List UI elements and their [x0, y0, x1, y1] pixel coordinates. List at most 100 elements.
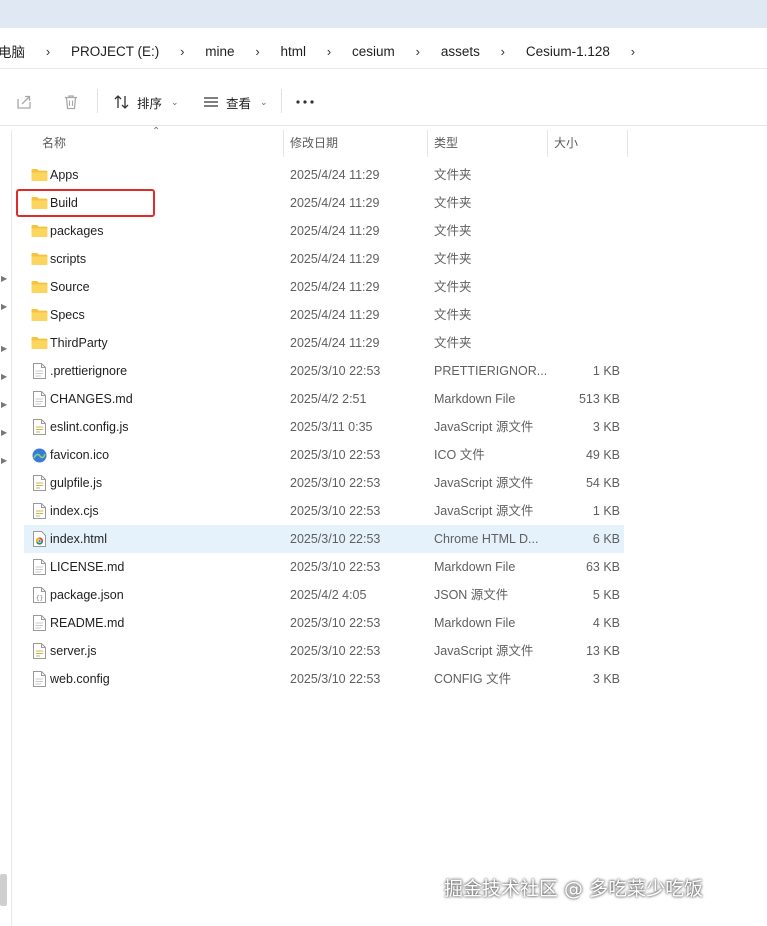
expand-arrow-icon[interactable]: ▶ — [1, 344, 7, 353]
file-type: ICO 文件 — [434, 448, 485, 462]
ico-file-icon — [30, 441, 48, 469]
file-icon — [30, 665, 48, 693]
scrollbar-thumb[interactable] — [0, 874, 7, 906]
column-header-type[interactable]: 类型 — [428, 130, 548, 157]
chevron-right-icon[interactable]: › — [484, 44, 522, 59]
chevron-right-icon[interactable]: › — [399, 44, 437, 59]
chrome-file-icon — [30, 525, 48, 553]
file-date: 2025/3/10 22:53 — [290, 560, 381, 574]
js-file-icon — [30, 413, 48, 441]
file-type: Markdown File — [434, 392, 516, 406]
share-icon[interactable] — [12, 90, 36, 114]
file-date: 2025/3/10 22:53 — [290, 476, 381, 490]
navigation-pane[interactable]: ▶ ▶ ▶ ▶ ▶ ▶ ▶ — [0, 130, 12, 926]
file-row[interactable]: gulpfile.js 2025/3/10 22:53 JavaScript 源文件… — [24, 469, 624, 497]
chevron-right-icon[interactable]: › — [29, 44, 67, 59]
breadcrumb-item-html[interactable]: html — [277, 44, 311, 59]
file-date: 2025/4/24 11:29 — [290, 280, 380, 294]
file-row[interactable]: index.cjs 2025/3/10 22:53 JavaScript 源文件 1 … — [24, 497, 624, 525]
column-header: ⌃ 名称 修改日期 类型 大小 — [24, 126, 628, 157]
breadcrumb-item-cesium-version[interactable]: Cesium-1.128 — [522, 44, 614, 59]
address-bar[interactable]: 电脑 › PROJECT (E:) › mine › html › cesium… — [0, 33, 767, 69]
file-row[interactable]: Apps 2025/4/24 11:29 文件夹 — [24, 161, 624, 189]
file-name: Source — [50, 280, 90, 294]
file-size: 3 KB — [592, 672, 620, 686]
file-row[interactable]: server.js 2025/3/10 22:53 JavaScript 源文件 13… — [24, 637, 624, 665]
file-size: 6 KB — [592, 532, 620, 546]
breadcrumb-item-mine[interactable]: mine — [201, 44, 238, 59]
trash-icon[interactable] — [59, 90, 83, 114]
expand-arrow-icon[interactable]: ▶ — [1, 372, 7, 381]
file-size — [554, 301, 620, 329]
file-row[interactable]: .prettierignore 2025/3/10 22:53 PRETTIERIG… — [24, 357, 624, 385]
file-row[interactable]: web.config 2025/3/10 22:53 CONFIG 文件 3 KB — [24, 665, 624, 693]
expand-arrow-icon[interactable]: ▶ — [1, 428, 7, 437]
file-date: 2025/4/24 11:29 — [290, 336, 380, 350]
watermark: 掘金技术社区 @ 多吃菜少吃饭 — [444, 878, 704, 900]
file-row[interactable]: favicon.ico 2025/3/10 22:53 ICO 文件 49 KB — [24, 441, 624, 469]
file-size — [554, 217, 620, 245]
expand-arrow-icon[interactable]: ▶ — [1, 456, 7, 465]
highlight-box — [16, 189, 155, 217]
file-row[interactable]: Source 2025/4/24 11:29 文件夹 — [24, 273, 624, 301]
file-type: Chrome HTML D... — [434, 532, 539, 546]
view-label: 查看 — [226, 96, 252, 111]
file-row[interactable]: {} package.json 2025/4/2 4:05 JSON 源文件 5 KB — [24, 581, 624, 609]
file-date: 2025/4/2 2:51 — [290, 392, 367, 406]
file-name: LICENSE.md — [50, 560, 125, 574]
file-date: 2025/3/10 22:53 — [290, 364, 381, 378]
file-date: 2025/3/10 22:53 — [290, 532, 381, 546]
sort-button[interactable]: 排序 ⌄ — [113, 78, 179, 126]
file-row[interactable]: packages 2025/4/24 11:29 文件夹 — [24, 217, 624, 245]
js-file-icon — [30, 497, 48, 525]
file-row[interactable]: LICENSE.md 2025/3/10 22:53 Markdown File 63… — [24, 553, 624, 581]
file-date: 2025/4/24 11:29 — [290, 168, 380, 182]
file-row[interactable]: README.md 2025/3/10 22:53 Markdown File 4 K… — [24, 609, 624, 637]
chevron-right-icon[interactable]: › — [614, 44, 652, 59]
file-row[interactable]: CHANGES.md 2025/4/2 2:51 Markdown File 513 … — [24, 385, 624, 413]
file-type: PRETTIERIGNOR... — [434, 364, 548, 378]
file-row[interactable]: eslint.config.js 2025/3/11 0:35 JavaScript… — [24, 413, 624, 441]
chevron-right-icon[interactable]: › — [163, 44, 201, 59]
breadcrumb: 电脑 › PROJECT (E:) › mine › html › cesium… — [0, 33, 652, 69]
folder-icon — [30, 161, 48, 189]
column-header-size[interactable]: 大小 — [548, 130, 628, 157]
view-button[interactable]: 查看 ⌄ — [202, 78, 268, 126]
column-header-date[interactable]: 修改日期 — [284, 130, 428, 157]
file-icon — [30, 385, 48, 413]
file-type: 文件夹 — [434, 252, 472, 266]
file-name: .prettierignore — [50, 364, 128, 378]
file-size: 54 KB — [585, 476, 620, 490]
expand-arrow-icon[interactable]: ▶ — [1, 302, 7, 311]
column-header-name[interactable]: 名称 — [36, 130, 284, 157]
breadcrumb-item-assets[interactable]: assets — [437, 44, 484, 59]
file-row[interactable]: Specs 2025/4/24 11:29 文件夹 — [24, 301, 624, 329]
more-icon[interactable] — [293, 90, 317, 114]
file-row[interactable]: scripts 2025/4/24 11:29 文件夹 — [24, 245, 624, 273]
breadcrumb-item-drive[interactable]: PROJECT (E:) — [67, 44, 163, 59]
file-date: 2025/3/10 22:53 — [290, 672, 381, 686]
file-date: 2025/3/11 0:35 — [290, 420, 373, 434]
chevron-right-icon[interactable]: › — [239, 44, 277, 59]
folder-icon — [30, 273, 48, 301]
file-name: web.config — [50, 672, 110, 686]
js-file-icon — [30, 637, 48, 665]
breadcrumb-item-cesium[interactable]: cesium — [348, 44, 399, 59]
file-type: JSON 源文件 — [434, 588, 509, 602]
chevron-down-icon: ⌄ — [171, 96, 179, 107]
file-date: 2025/4/24 11:29 — [290, 224, 380, 238]
chevron-right-icon[interactable]: › — [310, 44, 348, 59]
expand-arrow-icon[interactable]: ▶ — [1, 400, 7, 409]
file-row[interactable]: index.html 2025/3/10 22:53 Chrome HTML D..… — [24, 525, 624, 553]
expand-arrow-icon[interactable]: ▶ — [1, 274, 7, 283]
breadcrumb-item-computer[interactable]: 电脑 — [0, 41, 29, 61]
file-date: 2025/3/10 22:53 — [290, 616, 381, 630]
file-size — [554, 161, 620, 189]
folder-icon — [30, 301, 48, 329]
file-name: Apps — [50, 168, 79, 182]
file-name: eslint.config.js — [50, 420, 129, 434]
file-row[interactable]: ThirdParty 2025/4/24 11:29 文件夹 — [24, 329, 624, 357]
file-name: server.js — [50, 644, 97, 658]
file-size: 13 KB — [585, 644, 620, 658]
file-size: 513 KB — [578, 392, 620, 406]
